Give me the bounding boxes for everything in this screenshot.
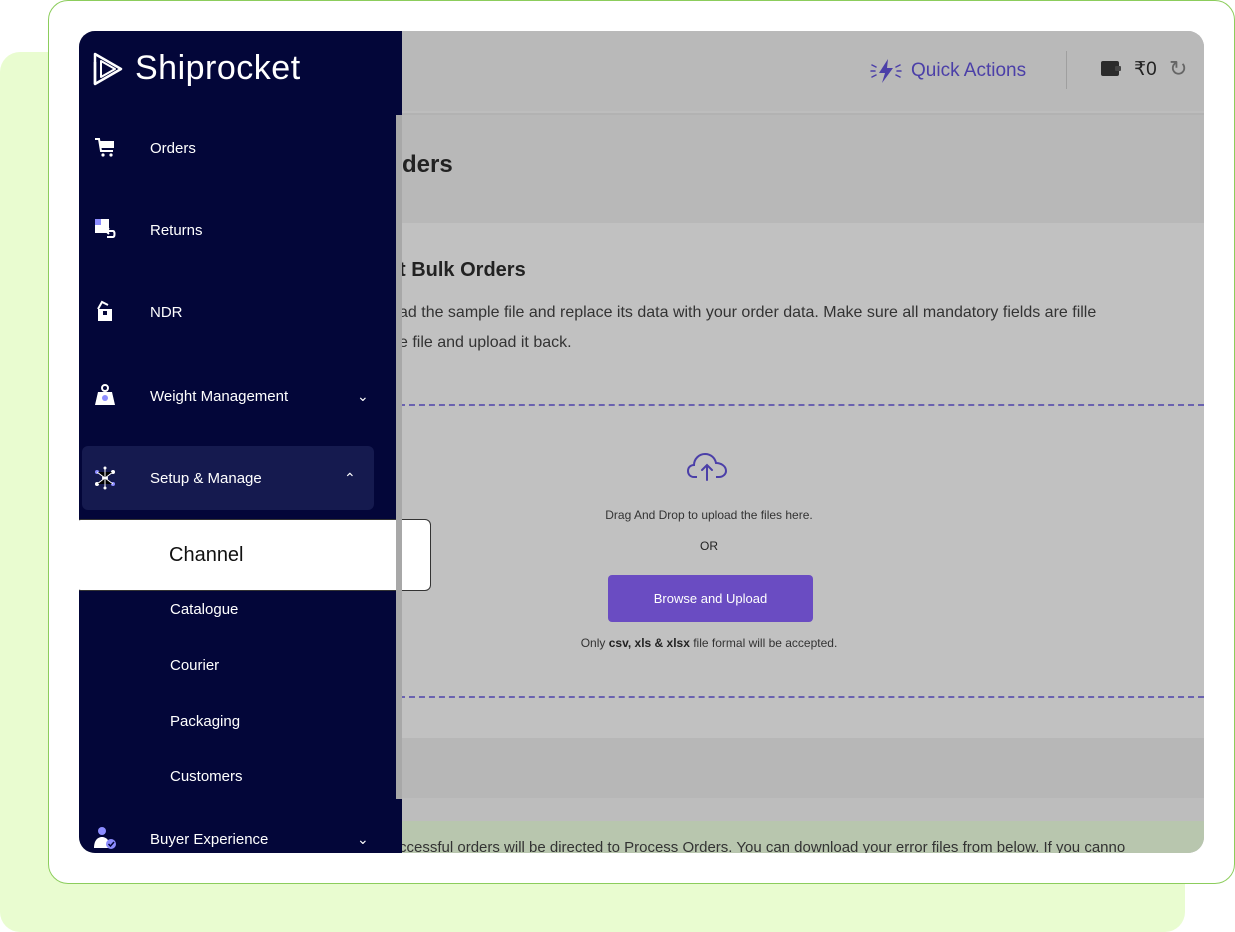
open-box-icon <box>97 300 112 321</box>
refresh-icon[interactable]: ↻ <box>1169 56 1187 82</box>
sidebar-item-label: Returns <box>150 221 203 239</box>
sidebar-subitem-customers[interactable]: Customers <box>170 768 243 785</box>
format-note-suffix: file formal will be accepted. <box>689 636 838 650</box>
sidebar: Shiprocket Orders Returns NDR Weight Man… <box>79 31 431 853</box>
sidebar-item-orders[interactable]: Orders <box>79 123 399 173</box>
return-box-icon <box>95 219 116 238</box>
dropzone-border-bottom <box>399 696 1204 698</box>
chevron-down-icon: ⌄ <box>357 830 369 847</box>
sidebar-item-weight-management[interactable]: Weight Management ⌄ <box>79 371 399 421</box>
sidebar-subitem-catalogue[interactable]: Catalogue <box>170 601 238 618</box>
network-icon <box>95 466 115 490</box>
lightning-icon <box>870 59 902 83</box>
sidebar-subitem-courier[interactable]: Courier <box>170 657 219 674</box>
quick-actions-button[interactable]: Quick Actions <box>869 57 1026 85</box>
dropzone-border-top <box>399 404 1204 406</box>
brand-logo[interactable]: Shiprocket <box>91 49 301 88</box>
file-format-note: Only csv, xls & xlsx file formal will be… <box>509 636 909 650</box>
sidebar-item-label: Weight Management <box>150 387 289 405</box>
sidebar-item-returns[interactable]: Returns <box>79 205 399 255</box>
sidebar-item-buyer-experience[interactable]: Buyer Experience ⌄ <box>79 814 399 853</box>
sidebar-scrollbar[interactable] <box>396 115 402 799</box>
cloud-upload-icon[interactable] <box>686 450 728 482</box>
brand-name: Shiprocket <box>135 49 301 87</box>
quick-actions-label: Quick Actions <box>911 60 1027 81</box>
section-title: t Bulk Orders <box>399 259 526 281</box>
weight-icon <box>95 384 115 405</box>
sidebar-item-label: Buyer Experience <box>150 830 269 848</box>
browse-upload-button[interactable]: Browse and Upload <box>608 575 813 622</box>
app-window: Quick Actions ₹0 ↻ ders t Bulk Orders ad… <box>79 31 1204 853</box>
sidebar-subitem-channel[interactable]: Channel <box>79 519 431 591</box>
section-description-line1: ad the sample file and replace its data … <box>399 304 1097 321</box>
sidebar-item-label: Setup & Manage <box>150 469 262 487</box>
format-note-prefix: Only <box>580 636 609 650</box>
wallet-balance[interactable]: ₹0 <box>1134 58 1157 81</box>
chevron-down-icon: ⌄ <box>357 387 369 404</box>
sidebar-subitem-packaging[interactable]: Packaging <box>170 713 240 730</box>
sidebar-item-setup-manage[interactable]: Setup & Manage ⌃ <box>82 446 374 510</box>
sidebar-subitem-label: Channel <box>169 544 244 566</box>
topbar-separator <box>1066 51 1067 89</box>
cart-icon <box>95 138 114 157</box>
buyer-icon <box>94 827 116 849</box>
drag-drop-text: Drag And Drop to upload the files here. <box>605 508 813 522</box>
sidebar-item-ndr[interactable]: NDR <box>79 287 399 337</box>
info-strip-text: ccessful orders will be directed to Proc… <box>399 839 1126 853</box>
sidebar-item-label: Orders <box>150 139 196 157</box>
shiprocket-logo-icon <box>93 52 123 85</box>
page-title: ders <box>402 151 453 178</box>
format-note-types: csv, xls & xlsx <box>608 636 690 650</box>
section-description-line2: e file and upload it back. <box>399 334 572 351</box>
chevron-up-icon: ⌃ <box>344 469 356 486</box>
wallet-icon[interactable] <box>1101 61 1121 76</box>
sidebar-item-label: NDR <box>150 303 183 321</box>
or-text: OR <box>700 539 718 553</box>
